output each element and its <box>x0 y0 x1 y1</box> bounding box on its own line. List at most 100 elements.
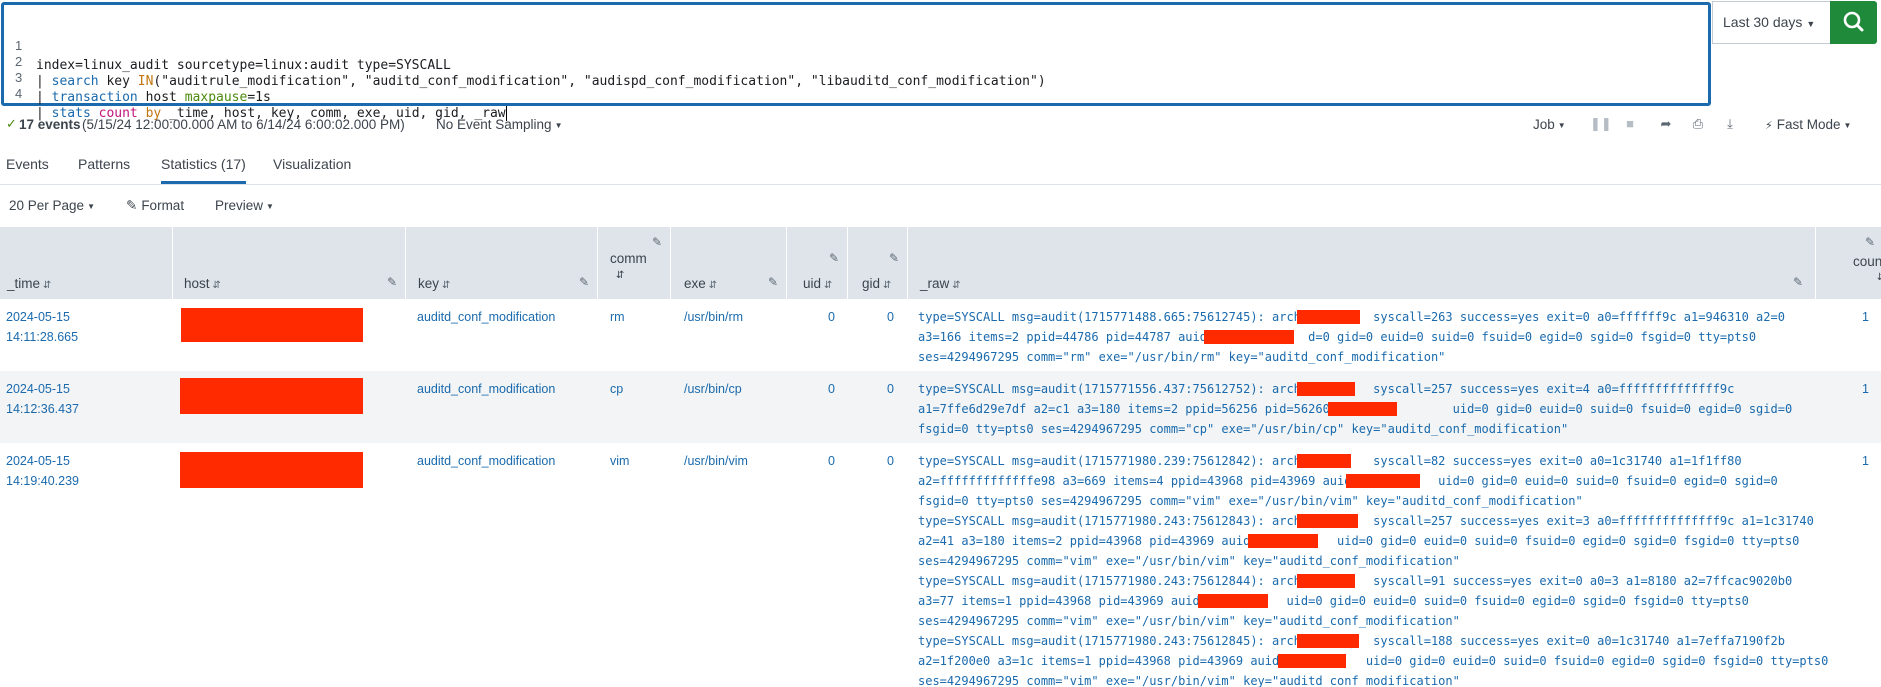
tab-visualization[interactable]: Visualization <box>273 156 351 184</box>
share-icon[interactable]: ➦ <box>1658 116 1674 132</box>
redacted-value <box>1297 382 1355 396</box>
stop-icon[interactable]: ■ <box>1622 116 1638 131</box>
search-query-editor[interactable]: 1 index=linux_audit sourcetype=linux:aud… <box>1 2 1711 121</box>
column-label: _time ⇵ <box>7 276 51 291</box>
redacted-value <box>1346 474 1420 488</box>
tab-label: Events <box>6 156 49 172</box>
time-clock: 14:12:36.437 <box>6 402 79 416</box>
pencil-icon[interactable]: ✎ <box>889 251 899 265</box>
uid-cell[interactable]: 0 <box>786 379 835 399</box>
export-icon[interactable]: ⤓ <box>1722 116 1738 132</box>
column-name: gid <box>862 276 881 291</box>
redacted-value <box>1248 534 1318 548</box>
gid-cell[interactable]: 0 <box>847 307 894 327</box>
comm-cell[interactable]: cp <box>610 379 623 399</box>
column-header-time[interactable]: _time ⇵ <box>0 227 172 299</box>
column-name: _time <box>7 276 41 291</box>
search-button[interactable] <box>1830 1 1877 44</box>
gid-cell[interactable]: 0 <box>847 379 894 399</box>
time-cell[interactable]: 2024-05-15 14:12:36.437 <box>6 379 79 419</box>
raw-line: a2=1f200e0 a3=1c items=1 ppid=43968 pid=… <box>918 654 1829 668</box>
column-header-comm[interactable]: ✎ comm ⇵ <box>597 227 670 299</box>
uid-cell[interactable]: 0 <box>786 451 835 471</box>
table-header: _time ⇵ host ⇵ ✎ key ⇵ ✎ ✎ comm ⇵ exe ⇵ ✎ ✎ … <box>0 227 1881 299</box>
search-mode-label: Fast Mode <box>1776 117 1841 132</box>
column-header-host[interactable]: host ⇵ ✎ <box>172 227 405 299</box>
pause-icon[interactable]: ❚❚ <box>1590 116 1612 132</box>
query-token: transaction <box>51 90 138 105</box>
pencil-icon[interactable]: ✎ <box>1793 275 1803 289</box>
column-label: host ⇵ <box>184 276 221 291</box>
column-name: _raw <box>920 276 950 291</box>
count-cell[interactable]: 1 <box>1815 451 1869 471</box>
count-cell[interactable]: 1 <box>1815 307 1869 327</box>
search-icon <box>1843 11 1864 32</box>
pencil-icon[interactable]: ✎ <box>652 235 662 249</box>
time-range-picker[interactable]: Last 30 days ▼ <box>1712 1 1830 44</box>
count-cell[interactable]: 1 <box>1815 379 1869 399</box>
sort-icon[interactable]: ⇵ <box>883 280 891 291</box>
job-status-bar: ✓ 17 events (5/15/24 12:00:00.000 AM to … <box>0 110 1881 140</box>
event-count: 17 events <box>19 117 81 132</box>
column-label: _raw ⇵ <box>920 276 961 291</box>
exe-cell[interactable]: /usr/bin/cp <box>684 379 742 399</box>
search-mode-dropdown[interactable]: ⚡ Fast Mode ▼ <box>1765 117 1851 132</box>
column-header-count[interactable]: ✎ count ⇵ <box>1815 227 1881 299</box>
column-label: exe ⇵ <box>684 276 717 291</box>
sort-icon[interactable]: ⇵ <box>1877 272 1881 283</box>
sort-icon[interactable]: ⇵ <box>824 280 832 291</box>
print-icon[interactable]: ⎙ <box>1690 116 1706 132</box>
search-bar: 1 index=linux_audit sourcetype=linux:aud… <box>0 0 1881 121</box>
column-header-raw[interactable]: _raw ⇵ ✎ <box>907 227 1815 299</box>
time-cell[interactable]: 2024-05-15 14:11:28.665 <box>6 307 78 347</box>
time-cell[interactable]: 2024-05-15 14:19:40.239 <box>6 451 79 491</box>
tab-events[interactable]: Events <box>6 156 49 184</box>
table-row: 2024-05-15 14:12:36.437 auditd_conf_modif… <box>0 371 1881 443</box>
pencil-icon[interactable]: ✎ <box>1865 235 1875 249</box>
sort-icon[interactable]: ⇵ <box>442 280 450 291</box>
results-table: _time ⇵ host ⇵ ✎ key ⇵ ✎ ✎ comm ⇵ exe ⇵ ✎ ✎ … <box>0 227 1881 687</box>
sort-icon[interactable]: ⇵ <box>43 280 51 291</box>
results-tabs: Events Patterns Statistics (17) Visualiz… <box>0 146 1881 185</box>
pencil-icon[interactable]: ✎ <box>768 275 778 289</box>
format-label: Format <box>141 198 185 213</box>
sort-icon[interactable]: ⇵ <box>709 280 717 291</box>
sort-icon[interactable]: ⇵ <box>616 270 624 281</box>
preview-dropdown[interactable]: Preview ▼ <box>215 198 274 213</box>
exe-cell[interactable]: /usr/bin/rm <box>684 307 743 327</box>
tab-patterns[interactable]: Patterns <box>78 156 130 184</box>
column-header-gid[interactable]: ✎ gid ⇵ <box>847 227 907 299</box>
column-header-key[interactable]: key ⇵ ✎ <box>405 227 597 299</box>
event-sampling-dropdown[interactable]: No Event Sampling ▼ <box>436 117 562 132</box>
raw-line: ses=4294967295 comm="vim" exe="/usr/bin/… <box>918 614 1460 628</box>
job-menu[interactable]: Job ▼ <box>1533 117 1566 132</box>
tab-label: Visualization <box>273 156 352 172</box>
time-date: 2024-05-15 <box>6 310 70 324</box>
pencil-icon[interactable]: ✎ <box>579 275 589 289</box>
comm-cell[interactable]: vim <box>610 451 629 471</box>
tab-statistics[interactable]: Statistics (17) <box>161 156 246 184</box>
time-range-label: Last 30 days <box>1723 14 1803 30</box>
chevron-down-icon: ▼ <box>554 121 563 130</box>
comm-cell[interactable]: rm <box>610 307 625 327</box>
key-cell[interactable]: auditd_conf_modification <box>417 307 555 327</box>
sort-icon[interactable]: ⇵ <box>213 280 221 291</box>
pencil-icon[interactable]: ✎ <box>387 275 397 289</box>
column-header-exe[interactable]: exe ⇵ ✎ <box>670 227 786 299</box>
lightning-icon: ⚡ <box>1765 120 1773 132</box>
exe-cell[interactable]: /usr/bin/vim <box>684 451 748 471</box>
pencil-icon[interactable]: ✎ <box>829 251 839 265</box>
raw-line: ses=4294967295 comm="rm" exe="/usr/bin/r… <box>918 350 1446 364</box>
column-header-uid[interactable]: ✎ uid ⇵ <box>786 227 847 299</box>
gid-cell[interactable]: 0 <box>847 451 894 471</box>
tab-label: Statistics (17) <box>161 156 246 172</box>
chevron-down-icon: ▼ <box>87 202 95 211</box>
format-button[interactable]: ✎ Format <box>126 198 184 214</box>
key-cell[interactable]: auditd_conf_modification <box>417 451 555 471</box>
per-page-dropdown[interactable]: 20 Per Page ▼ <box>9 198 95 213</box>
key-cell[interactable]: auditd_conf_modification <box>417 379 555 399</box>
time-clock: 14:11:28.665 <box>6 330 79 344</box>
uid-cell[interactable]: 0 <box>786 307 835 327</box>
time-date: 2024-05-15 <box>6 382 70 396</box>
sort-icon[interactable]: ⇵ <box>952 280 960 291</box>
